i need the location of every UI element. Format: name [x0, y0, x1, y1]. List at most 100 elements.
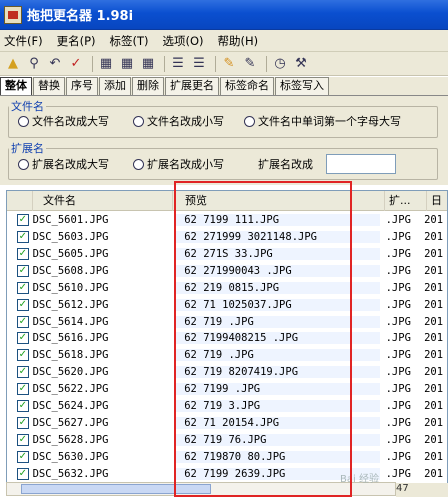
row-checkbox[interactable]: ✓ — [17, 467, 29, 480]
row-checkbox[interactable]: ✓ — [17, 450, 29, 463]
cell-extension: .JPG — [385, 366, 411, 379]
table-row[interactable]: ✓ DSC_5627.JPG 62 71 20154.JPG .JPG 201 — [7, 415, 447, 431]
tab-tag-naming[interactable]: 标签命名 — [220, 77, 274, 95]
cell-extension: .JPG — [385, 281, 411, 294]
tab-delete[interactable]: 删除 — [132, 77, 164, 95]
cell-preview: 62 7199408215 .JPG — [176, 332, 380, 345]
cell-preview: 62 719 .JPG — [176, 315, 380, 328]
edit2-icon[interactable]: ✎ — [241, 55, 259, 73]
cell-preview: 62 219 0815.JPG — [176, 281, 380, 294]
toolbar-separator — [215, 55, 216, 72]
table-row[interactable]: ✓ DSC_5624.JPG 62 719 3.JPG .JPG 201 — [7, 398, 447, 414]
file-list[interactable]: 文件名 预览 扩... 日 ✓ DSC_5601.JPG 62 7199 111.J… — [6, 190, 448, 492]
cell-filename: DSC_5616.JPG — [32, 332, 109, 345]
row-checkbox[interactable]: ✓ — [17, 315, 29, 328]
table-row[interactable]: ✓ DSC_5614.JPG 62 719 .JPG .JPG 201 — [7, 313, 447, 329]
table-row[interactable]: ✓ DSC_5630.JPG 62 719870 80.JPG .JPG 201 — [7, 449, 447, 465]
cell-extension: .JPG — [385, 349, 411, 362]
cell-filename: DSC_5632.JPG — [32, 467, 109, 480]
header-check-column[interactable] — [7, 191, 33, 211]
header-extension[interactable]: 扩... — [385, 191, 427, 211]
tab-tag-write[interactable]: 标签写入 — [275, 77, 329, 95]
radio-filename-upper[interactable]: 文件名改成大写 — [18, 113, 109, 129]
menu-help[interactable]: 帮助(H) — [218, 33, 259, 49]
header-filename[interactable]: 文件名 — [33, 191, 173, 211]
tag2-icon[interactable]: ▦ — [118, 55, 136, 73]
row-checkbox[interactable]: ✓ — [17, 281, 29, 294]
options-panel: 文件名 文件名改成大写 文件名改成小写 文件名中单词第一个字母大写 扩展名 扩展… — [0, 95, 448, 185]
tab-overall[interactable]: 整体 — [0, 77, 32, 95]
tag-icon[interactable]: ▦ — [97, 55, 115, 73]
table-row[interactable]: ✓ DSC_5616.JPG 62 7199408215 .JPG .JPG 201 — [7, 330, 447, 346]
cell-date: 201 — [424, 264, 444, 277]
table-row[interactable]: ✓ DSC_5603.JPG 62 271999 3021148.JPG .JPG 20… — [7, 229, 447, 245]
row-checkbox[interactable]: ✓ — [17, 433, 29, 446]
table-row[interactable]: ✓ DSC_5610.JPG 62 219 0815.JPG .JPG 201 — [7, 280, 447, 296]
header-date[interactable]: 日 — [427, 191, 447, 211]
radio-filename-lower[interactable]: 文件名改成小写 — [133, 113, 224, 129]
row-checkbox[interactable]: ✓ — [17, 366, 29, 379]
table-row[interactable]: ✓ DSC_5618.JPG 62 719 .JPG .JPG 201 — [7, 347, 447, 363]
menu-tag[interactable]: 标签(T) — [110, 33, 149, 49]
radio-filename-capitalize[interactable]: 文件名中单词第一个字母大写 — [244, 113, 401, 129]
watermark: Bai 经验 — [340, 474, 379, 485]
row-checkbox[interactable]: ✓ — [17, 383, 29, 396]
tab-ext-rename[interactable]: 扩展更名 — [165, 77, 219, 95]
row-checkbox[interactable]: ✓ — [17, 214, 29, 227]
tab-sequence[interactable]: 序号 — [66, 77, 98, 95]
list-icon[interactable]: ☰ — [169, 55, 187, 73]
open-folder-icon[interactable]: ▲ — [4, 55, 22, 73]
check-icon[interactable]: ✓ — [67, 55, 85, 73]
cell-date: 201 — [424, 349, 444, 362]
cell-filename: DSC_5624.JPG — [32, 400, 109, 413]
tab-replace[interactable]: 替换 — [33, 77, 65, 95]
clock-icon[interactable]: ◷ — [271, 55, 289, 73]
toolbar: ▲ ⚲ ↶ ✓ ▦ ▦ ▦ ☰ ☰ ✎ ✎ ◷ ⚒ — [0, 52, 448, 76]
edit-icon[interactable]: ✎ — [220, 55, 238, 73]
table-row[interactable]: ✓ DSC_5620.JPG 62 719 8207419.JPG .JPG 201 — [7, 364, 447, 380]
cell-preview: 62 271990043 .JPG — [176, 264, 380, 277]
horizontal-scrollbar[interactable] — [6, 482, 396, 496]
row-checkbox[interactable]: ✓ — [17, 400, 29, 413]
tab-add[interactable]: 添加 — [99, 77, 131, 95]
cell-date: 201 — [424, 281, 444, 294]
tag3-icon[interactable]: ▦ — [139, 55, 157, 73]
row-checkbox[interactable]: ✓ — [17, 247, 29, 260]
table-row[interactable]: ✓ DSC_5608.JPG 62 271990043 .JPG .JPG 201 — [7, 263, 447, 279]
tools-icon[interactable]: ⚒ — [292, 55, 310, 73]
table-row[interactable]: ✓ DSC_5605.JPG 62 271S 33.JPG .JPG 201 — [7, 246, 447, 262]
row-checkbox[interactable]: ✓ — [17, 298, 29, 311]
cell-extension: .JPG — [385, 214, 411, 227]
table-row[interactable]: ✓ DSC_5628.JPG 62 719 76.JPG .JPG 201 — [7, 432, 447, 448]
radio-ext-lower[interactable]: 扩展名改成小写 — [133, 156, 224, 172]
cell-date: 201 — [424, 214, 444, 227]
ext-change-input[interactable] — [326, 154, 396, 174]
cell-filename: DSC_5603.JPG — [32, 231, 109, 244]
undo-icon[interactable]: ↶ — [46, 55, 64, 73]
cell-extension: .JPG — [385, 298, 411, 311]
table-row[interactable]: ✓ DSC_5622.JPG 62 7199 .JPG .JPG 201 — [7, 381, 447, 397]
cell-extension: .JPG — [385, 450, 411, 463]
row-checkbox[interactable]: ✓ — [17, 416, 29, 429]
toolbar-separator — [92, 55, 93, 72]
cell-date: 201 — [424, 467, 444, 480]
row-checkbox[interactable]: ✓ — [17, 349, 29, 362]
cell-date: 201 — [424, 231, 444, 244]
row-checkbox[interactable]: ✓ — [17, 264, 29, 277]
ext-group-legend: 扩展名 — [11, 142, 44, 155]
cell-filename: DSC_5622.JPG — [32, 383, 109, 396]
search-icon[interactable]: ⚲ — [25, 55, 43, 73]
radio-button-icon — [18, 158, 29, 170]
header-preview[interactable]: 预览 — [173, 191, 385, 211]
table-row[interactable]: ✓ DSC_5601.JPG 62 7199 111.JPG .JPG 201 — [7, 212, 447, 228]
scrollbar-thumb[interactable] — [21, 484, 211, 494]
row-checkbox[interactable]: ✓ — [17, 332, 29, 345]
table-row[interactable]: ✓ DSC_5612.JPG 62 71 1025037.JPG .JPG 201 — [7, 297, 447, 313]
table-row[interactable]: ✓ DSC_5632.JPG 62 7199 2639.JPG .JPG 201 — [7, 466, 447, 482]
list2-icon[interactable]: ☰ — [190, 55, 208, 73]
radio-ext-upper[interactable]: 扩展名改成大写 — [18, 156, 109, 172]
menu-rename[interactable]: 更名(P) — [57, 33, 96, 49]
menu-options[interactable]: 选项(O) — [163, 33, 204, 49]
row-checkbox[interactable]: ✓ — [17, 231, 29, 244]
menu-file[interactable]: 文件(F) — [4, 33, 43, 49]
